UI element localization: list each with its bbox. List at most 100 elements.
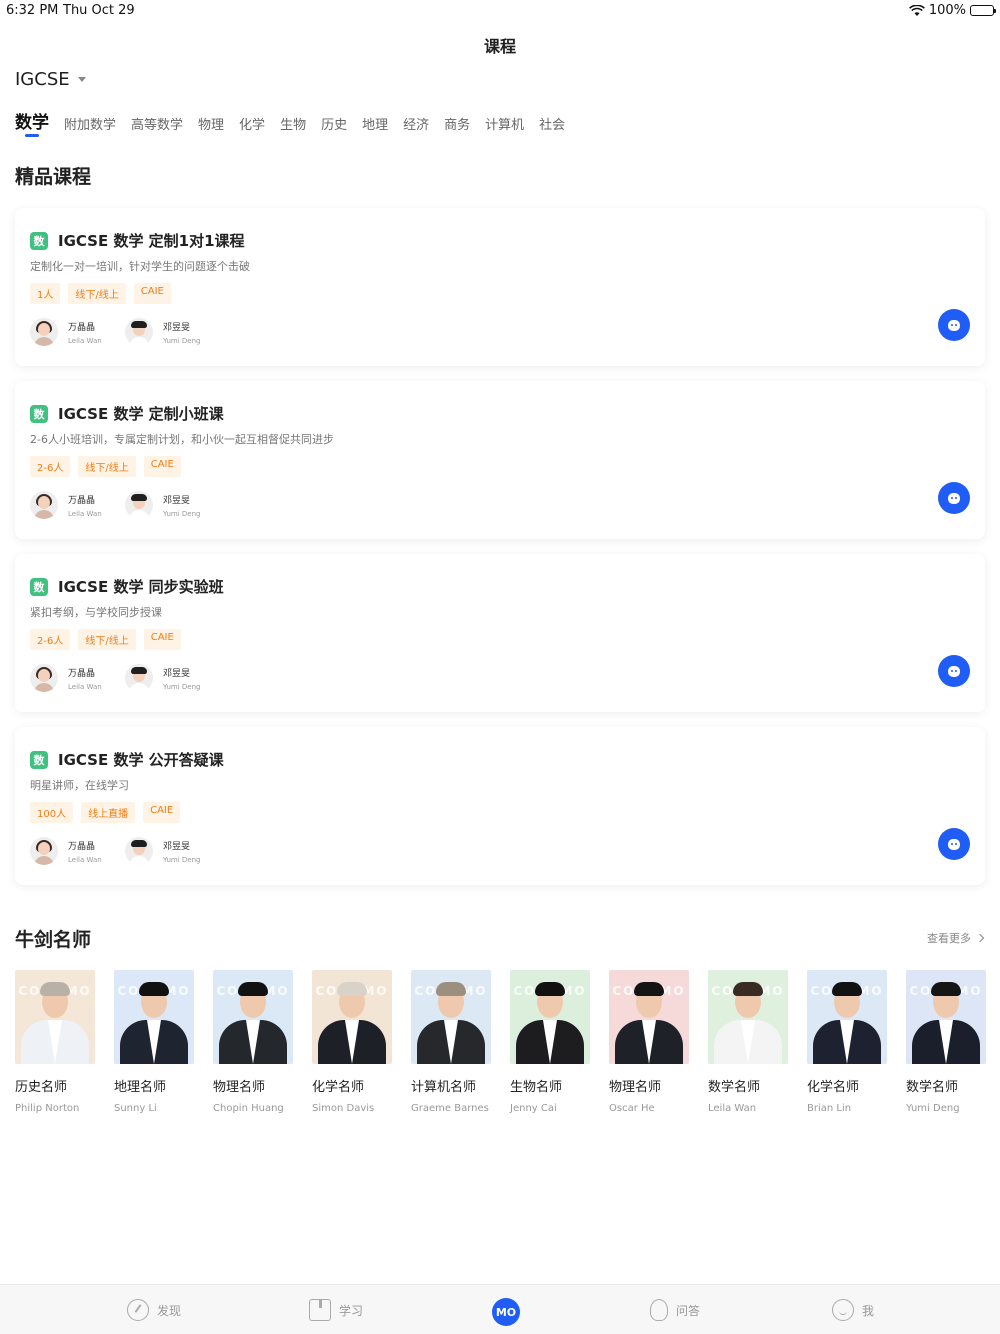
course-teacher: 邓昱旻 Yumi Deng (125, 664, 202, 692)
tab-subject[interactable]: 生物 (280, 114, 306, 133)
teacher-card[interactable]: COMEMO 化学名师 Brian Lin (807, 970, 887, 1114)
course-teacher: 万晶晶 Leila Wan (30, 664, 107, 692)
tab-qa[interactable]: 问答 (650, 1299, 700, 1321)
course-desc: 2-6人小班培训，专属定制计划，和小伙一起互相督促共同进步 (30, 433, 334, 446)
chevron-right-icon (975, 933, 985, 943)
course-title: IGCSE 数学 同步实验班 (58, 578, 224, 596)
course-tag: 线上直播 (81, 802, 136, 823)
tab-subject[interactable]: 经济 (403, 114, 429, 133)
page-title: 课程 (483, 37, 516, 56)
level-label: IGCSE (15, 69, 70, 90)
course-tag: 线下/线上 (78, 629, 136, 650)
teacher-en-name: Leila Wan (68, 336, 102, 345)
teacher-card[interactable]: COMEMO 数学名师 Leila Wan (708, 970, 788, 1114)
level-dropdown[interactable]: IGCSE (15, 69, 86, 90)
teacher-en-name: Yumi Deng (163, 336, 201, 345)
teacher-photo: COMEMO (213, 970, 293, 1064)
teacher-photo: COMEMO (708, 970, 788, 1064)
tab-label: 生物 (280, 118, 307, 133)
chat-button[interactable] (938, 655, 970, 687)
avatar (30, 491, 58, 519)
tab-subject[interactable]: 地理 (362, 114, 388, 133)
tab-discover[interactable]: 发现 (127, 1299, 181, 1321)
teacher-name: Sunny Li (114, 1103, 157, 1114)
avatar (125, 318, 153, 346)
teacher-name: Yumi Deng (906, 1103, 960, 1114)
teacher-card[interactable]: COMEMO 地理名师 Sunny Li (114, 970, 194, 1114)
avatar (125, 664, 153, 692)
course-desc: 明星讲师，在线学习 (30, 779, 129, 792)
teacher-title: 计算机名师 (411, 1080, 477, 1095)
status-right: 100% (908, 3, 996, 18)
teacher-title: 物理名师 (213, 1080, 266, 1095)
teacher-title: 数学名师 (708, 1080, 761, 1095)
tab-me[interactable]: 我 (832, 1299, 874, 1321)
course-card[interactable]: 数 IGCSE 数学 定制小班课 2-6人小班培训，专属定制计划，和小伙一起互相… (15, 381, 985, 539)
tab-label: 问答 (676, 1303, 701, 1318)
tab-subject[interactable]: 历史 (321, 114, 347, 133)
teacher-name: 万晶晶 (68, 322, 96, 333)
course-card[interactable]: 数 IGCSE 数学 同步实验班 紧扣考纲，与学校同步授课 2-6人 线下/线上… (15, 554, 985, 712)
tab-subject[interactable]: 数学 (15, 108, 49, 137)
teacher-name: Simon Davis (312, 1103, 375, 1114)
teacher-name: Leila Wan (708, 1103, 757, 1114)
tab-label: 数学 (15, 113, 49, 133)
tab-subject[interactable]: 计算机 (485, 114, 524, 133)
teacher-card[interactable]: COMEMO 历史名师 Philip Norton (15, 970, 95, 1114)
course-tag: CAIE (143, 629, 181, 650)
teacher-card[interactable]: COMEMO 物理名师 Chopin Huang (213, 970, 293, 1114)
teacher-title: 数学名师 (906, 1080, 959, 1095)
course-tag: 100人 (30, 802, 74, 823)
tab-label: 附加数学 (64, 118, 117, 133)
subject-chip: 数 (30, 231, 48, 250)
avatar (125, 837, 153, 865)
teacher-photo: COMEMO (312, 970, 392, 1064)
teacher-name: Philip Norton (15, 1103, 80, 1114)
course-teacher: 邓昱旻 Yumi Deng (125, 837, 202, 865)
teacher-card[interactable]: COMEMO 生物名师 Jenny Cai (510, 970, 590, 1114)
tab-study[interactable]: 学习 (309, 1299, 363, 1321)
teacher-name: 万晶晶 (68, 495, 96, 506)
avatar (30, 318, 58, 346)
course-title: IGCSE 数学 公开答疑课 (58, 751, 224, 769)
teacher-card[interactable]: COMEMO 物理名师 Oscar He (609, 970, 689, 1114)
tab-subject[interactable]: 物理 (198, 114, 224, 133)
chat-icon (948, 492, 960, 504)
chat-button[interactable] (938, 309, 970, 341)
tab-subject[interactable]: 商务 (444, 114, 470, 133)
tab-subject[interactable]: 附加数学 (64, 114, 116, 133)
chat-icon (948, 665, 960, 677)
teacher-title: 化学名师 (807, 1080, 860, 1095)
course-tag: CAIE (133, 283, 171, 304)
teacher-name: Jenny Cai (510, 1103, 557, 1114)
teacher-name: 邓昱旻 (163, 668, 191, 679)
teacher-name: 邓昱旻 (163, 841, 191, 852)
center-logo-button[interactable]: MO (492, 1298, 520, 1326)
chat-icon (948, 838, 960, 850)
course-tag: 线下/线上 (78, 456, 136, 477)
tab-subject[interactable]: 社会 (539, 114, 565, 133)
chat-icon (948, 319, 960, 331)
chat-button[interactable] (938, 482, 970, 514)
battery-percent: 100% (928, 3, 966, 18)
teacher-name: Oscar He (609, 1103, 655, 1114)
tab-subject[interactable]: 高等数学 (131, 114, 183, 133)
teacher-card[interactable]: COMEMO 计算机名师 Graeme Barnes (411, 970, 491, 1114)
course-teacher: 万晶晶 Leila Wan (30, 318, 107, 346)
teacher-card[interactable]: COMEMO 化学名师 Simon Davis (312, 970, 392, 1114)
subject-chip: 数 (30, 750, 48, 769)
tab-subject[interactable]: 化学 (239, 114, 265, 133)
chat-button[interactable] (938, 828, 970, 860)
course-desc: 定制化一对一培训，针对学生的问题逐个击破 (30, 260, 250, 273)
teacher-card[interactable]: COMEMO 数学名师 Yumi Deng (906, 970, 986, 1114)
subject-tabs: 数学 附加数学 高等数学 物理 化学 生物 历史 地理 经济 商务 计算机 社会 (15, 108, 580, 137)
teacher-photo: COMEMO (609, 970, 689, 1064)
course-card[interactable]: 数 IGCSE 数学 公开答疑课 明星讲师，在线学习 100人 线上直播 CAI… (15, 727, 985, 885)
course-card[interactable]: 数 IGCSE 数学 定制1对1课程 定制化一对一培训，针对学生的问题逐个击破 … (15, 208, 985, 366)
course-tag: CAIE (143, 802, 181, 823)
teacher-en-name: Yumi Deng (163, 682, 201, 691)
course-teacher: 万晶晶 Leila Wan (30, 837, 107, 865)
featured-section-title: 精品课程 (15, 166, 92, 188)
see-more-link[interactable]: 查看更多 (927, 930, 985, 946)
tab-label: 我 (862, 1303, 875, 1318)
